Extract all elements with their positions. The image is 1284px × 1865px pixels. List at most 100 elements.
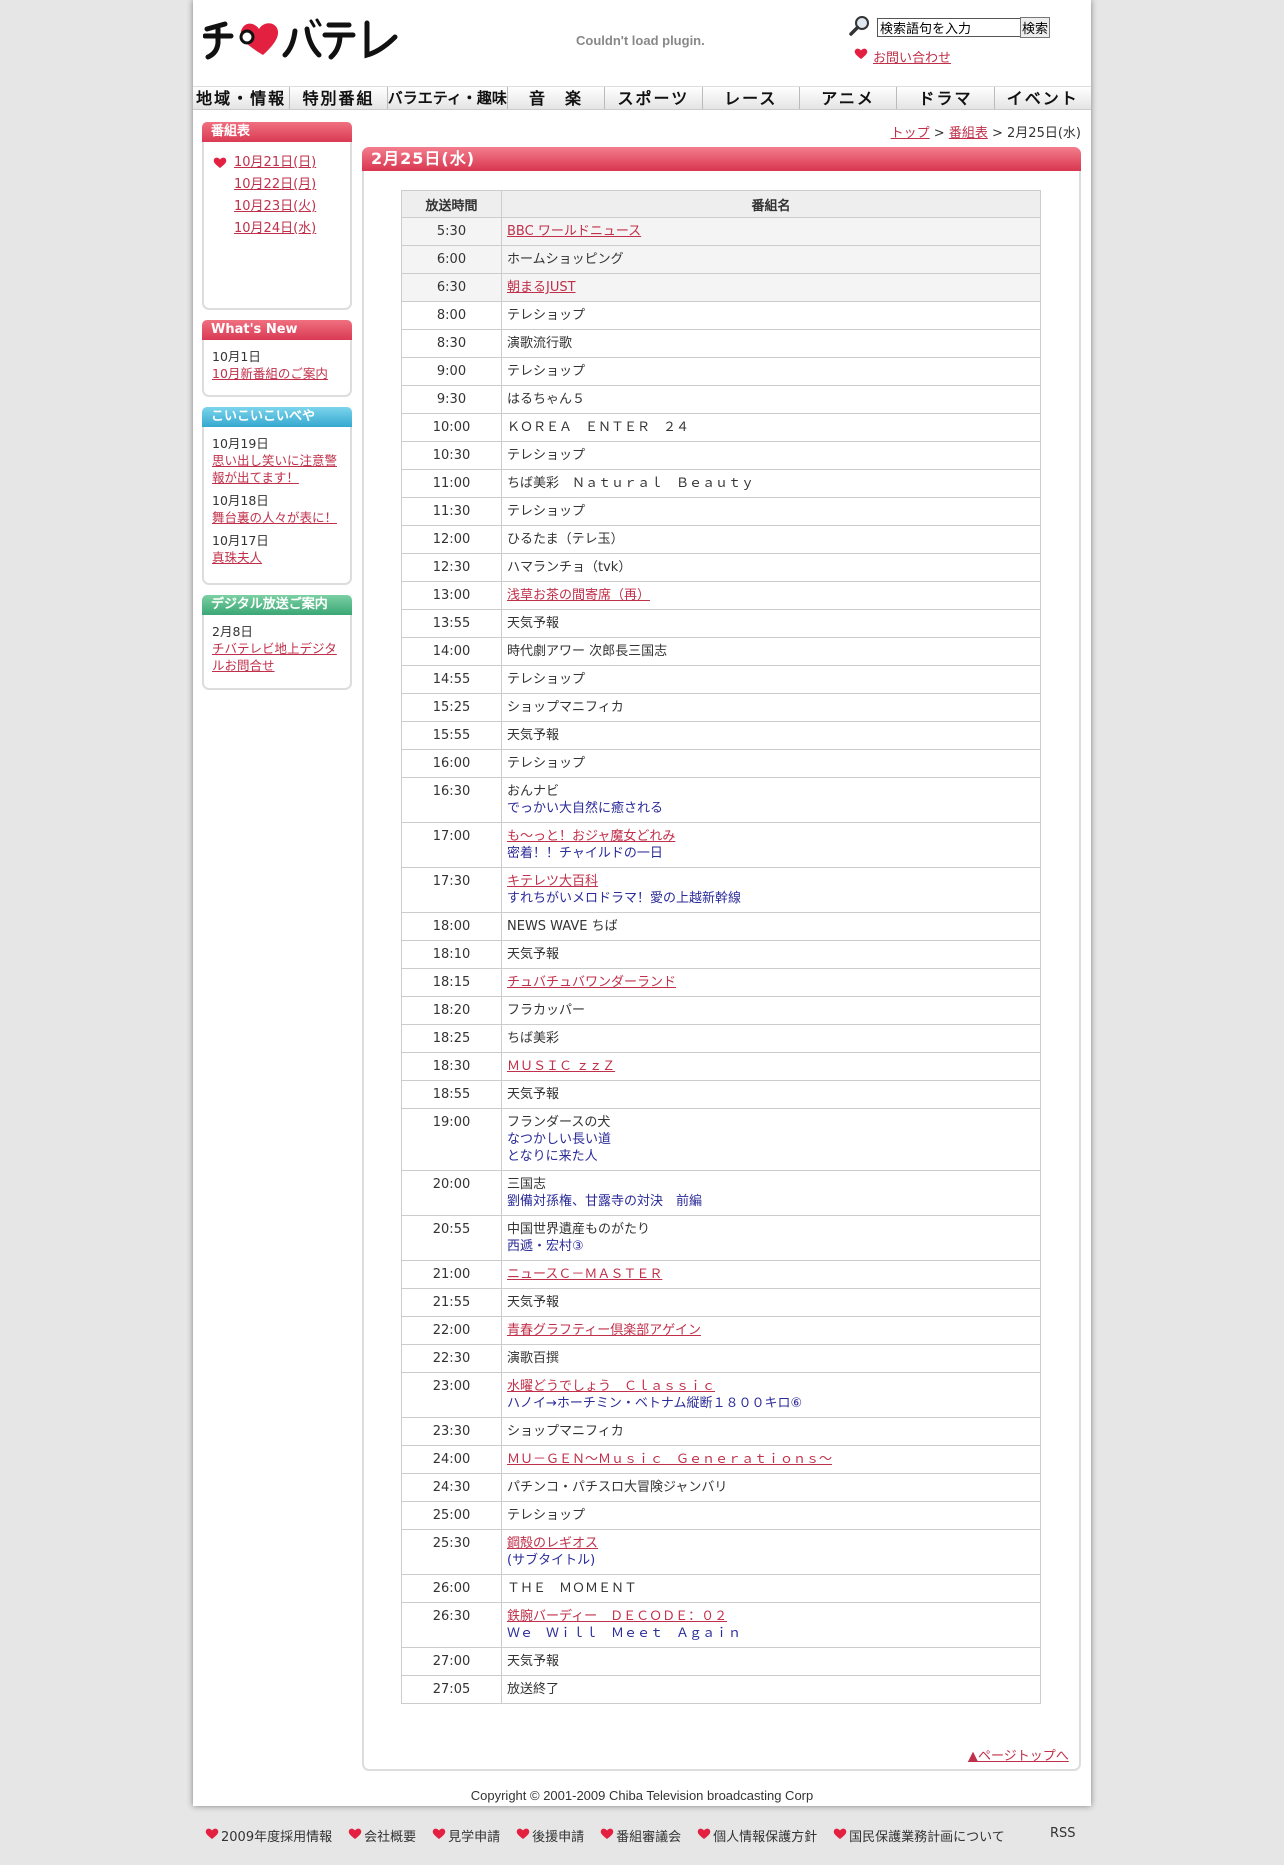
nav-area-info[interactable]: 地域・情報: [193, 87, 291, 109]
program-title: ひるたま（テレ玉）: [507, 532, 624, 547]
nav-sports[interactable]: スポーツ: [605, 87, 703, 109]
table-row: 27:05 放送終了: [401, 1675, 1041, 1704]
broadcast-time: 10:30: [401, 441, 502, 470]
footer-link-tour[interactable]: 見学申請: [432, 1826, 500, 1845]
program-link[interactable]: ＭＵＳＩＣ ｚｚＺ: [507, 1058, 1035, 1075]
program-link[interactable]: BBC ワールドニュース: [507, 223, 1035, 240]
program-cell: 天気予報: [501, 721, 1041, 750]
breadcrumb-current: 2月25日(水): [1007, 126, 1081, 141]
program-link[interactable]: 青春グラフティー倶楽部アゲイン: [507, 1322, 1035, 1339]
broadcast-time: 16:30: [401, 777, 502, 823]
contact-link[interactable]: お問い合わせ: [854, 47, 951, 66]
program-link[interactable]: ＭＵ－ＧＥＮ～Ｍｕｓｉｃ Ｇｅｎｅｒａｔｉｏｎｓ～: [507, 1451, 1035, 1468]
program-link[interactable]: 水曜どうでしょう Ｃｌａｓｓｉｃ: [507, 1378, 1035, 1395]
program-link[interactable]: 鋼殻のレギオス: [507, 1535, 1035, 1552]
program-title: テレショップ: [507, 756, 586, 771]
table-row: 6:00 ホームショッピング: [401, 245, 1041, 274]
table-row: 5:30 BBC ワールドニュース: [401, 217, 1041, 246]
program-title: ちば美彩: [507, 1031, 560, 1046]
heart-icon: [432, 1828, 446, 1839]
table-row: 17:30 キテレツ大百科 すれちがいメロドラマ！愛の上越新幹線: [401, 867, 1041, 913]
page-top-link[interactable]: ▲ページトップへ: [968, 1745, 1069, 1764]
program-cell: チュバチュバワンダーランド: [501, 968, 1041, 997]
table-row: 24:30 パチンコ・パチスロ大冒険ジャンバリ: [401, 1473, 1041, 1502]
footer-link-company[interactable]: 会社概要: [348, 1826, 416, 1845]
program-title: ショップマニフィカ: [507, 1424, 624, 1439]
program-cell: キテレツ大百科 すれちがいメロドラマ！愛の上越新幹線: [501, 867, 1041, 913]
program-cell: テレショップ: [501, 749, 1041, 778]
broadcast-time: 21:55: [401, 1288, 502, 1317]
table-row: 23:30 ショップマニフィカ: [401, 1417, 1041, 1446]
broadcast-time: 18:10: [401, 940, 502, 969]
main-nav: 地域・情報 特別番組 バラエティ・趣味 音 楽 スポーツ レース アニメ ドラマ…: [193, 86, 1091, 110]
program-link[interactable]: チュバチュバワンダーランド: [507, 974, 1035, 991]
program-cell: 時代劇アワー 次郎長三国志: [501, 637, 1041, 666]
broadcast-time: 24:30: [401, 1473, 502, 1502]
schedule-date-link[interactable]: 10月23日(火): [234, 196, 350, 218]
news-link[interactable]: 10月新番組のご案内: [212, 365, 342, 382]
schedule-date-link[interactable]: 10月22日(月): [234, 174, 350, 196]
broadcast-time: 14:00: [401, 637, 502, 666]
heart-icon: [833, 1828, 847, 1839]
program-cell: ホームショッピング: [501, 245, 1041, 274]
table-row: 20:55 中国世界遺産ものがたり 西遞・宏村③: [401, 1215, 1041, 1261]
nav-anime[interactable]: アニメ: [800, 87, 898, 109]
program-link[interactable]: 浅草お茶の間寄席（再）: [507, 587, 1035, 604]
plugin-message: Couldn't load plugin.: [576, 33, 705, 48]
broadcast-time: 18:20: [401, 996, 502, 1025]
breadcrumb-schedule[interactable]: 番組表: [949, 126, 988, 141]
table-row: 21:00 ニュースＣ－ＭＡＳＴＥＲ: [401, 1260, 1041, 1289]
search-input[interactable]: [877, 18, 1023, 37]
program-title: 天気予報: [507, 1295, 560, 1310]
koikoi-link[interactable]: 舞台裏の人々が表に！: [212, 509, 342, 526]
program-link[interactable]: キテレツ大百科: [507, 873, 1035, 890]
program-link[interactable]: も～っと！おジャ魔女どれみ: [507, 828, 1035, 845]
table-row: 20:00 三国志 劉備対孫権、甘露寺の対決 前編: [401, 1170, 1041, 1216]
program-title: 天気予報: [507, 728, 560, 743]
footer-link-sponsor[interactable]: 後援申請: [516, 1826, 584, 1845]
schedule-date-link[interactable]: 10月24日(水): [234, 218, 350, 240]
program-link[interactable]: 朝まるJUST: [507, 279, 1035, 296]
broadcast-time: 22:30: [401, 1344, 502, 1373]
program-title: 天気予報: [507, 947, 560, 962]
table-row: 9:00 テレショップ: [401, 357, 1041, 386]
table-row: 12:30 ハマランチョ（tvk）: [401, 553, 1041, 582]
koikoi-title: こいこいこいべや: [202, 407, 352, 427]
program-link[interactable]: 鉄腕バーディー ＤＥＣＯＤＥ：０２: [507, 1608, 1035, 1625]
table-row: 18:10 天気予報: [401, 940, 1041, 969]
program-cell: ひるたま（テレ玉）: [501, 525, 1041, 554]
nav-music[interactable]: 音 楽: [508, 87, 606, 109]
table-row: 10:00 ＫＯＲＥＡ ＥＮＴＥＲ ２４: [401, 413, 1041, 442]
digital-title: デジタル放送ご案内: [202, 595, 352, 615]
program-title: テレショップ: [507, 364, 586, 379]
broadcast-time: 11:30: [401, 497, 502, 526]
broadcast-time: 18:25: [401, 1024, 502, 1053]
table-row: 23:00 水曜どうでしょう Ｃｌａｓｓｉｃ ハノイ→ホーチミン・ベトナム縦断１８０…: [401, 1372, 1041, 1418]
program-cell: 天気予報: [501, 1288, 1041, 1317]
footer-link-protection[interactable]: 国民保護業務計画について: [833, 1826, 1005, 1845]
program-cell: 天気予報: [501, 1647, 1041, 1676]
broadcast-time: 10:00: [401, 413, 502, 442]
digital-link[interactable]: チバテレビ地上デジタルお問合せ: [212, 640, 342, 674]
nav-special[interactable]: 特別番組: [290, 87, 388, 109]
koikoi-link[interactable]: 思い出し笑いに注意警報が出てます！: [212, 452, 342, 486]
program-cell: 演歌百撰: [501, 1344, 1041, 1373]
footer-link-council[interactable]: 番組審議会: [600, 1826, 681, 1845]
footer-link-privacy[interactable]: 個人情報保護方針: [697, 1826, 817, 1845]
breadcrumb-top[interactable]: トップ: [891, 126, 930, 141]
program-cell: 天気予報: [501, 940, 1041, 969]
nav-variety[interactable]: バラエティ・趣味: [388, 87, 508, 109]
koikoi-link[interactable]: 真珠夫人: [212, 549, 342, 566]
nav-drama[interactable]: ドラマ: [897, 87, 995, 109]
episode-subtitle: (サブタイトル): [507, 1553, 596, 1568]
program-link[interactable]: ニュースＣ－ＭＡＳＴＥＲ: [507, 1266, 1035, 1283]
rss-link[interactable]: RSS: [1050, 1826, 1076, 1841]
chibatele-logo[interactable]: [203, 15, 403, 61]
nav-race[interactable]: レース: [703, 87, 800, 109]
footer-link-recruit[interactable]: 2009年度採用情報: [205, 1826, 332, 1845]
nav-event[interactable]: イベント: [995, 87, 1091, 109]
table-row: 16:30 おんナビ でっかい大自然に癒される: [401, 777, 1041, 823]
search-button[interactable]: 検索: [1020, 17, 1050, 38]
schedule-date-link[interactable]: 10月21日(日): [234, 152, 350, 174]
program-title: 天気予報: [507, 1654, 560, 1669]
